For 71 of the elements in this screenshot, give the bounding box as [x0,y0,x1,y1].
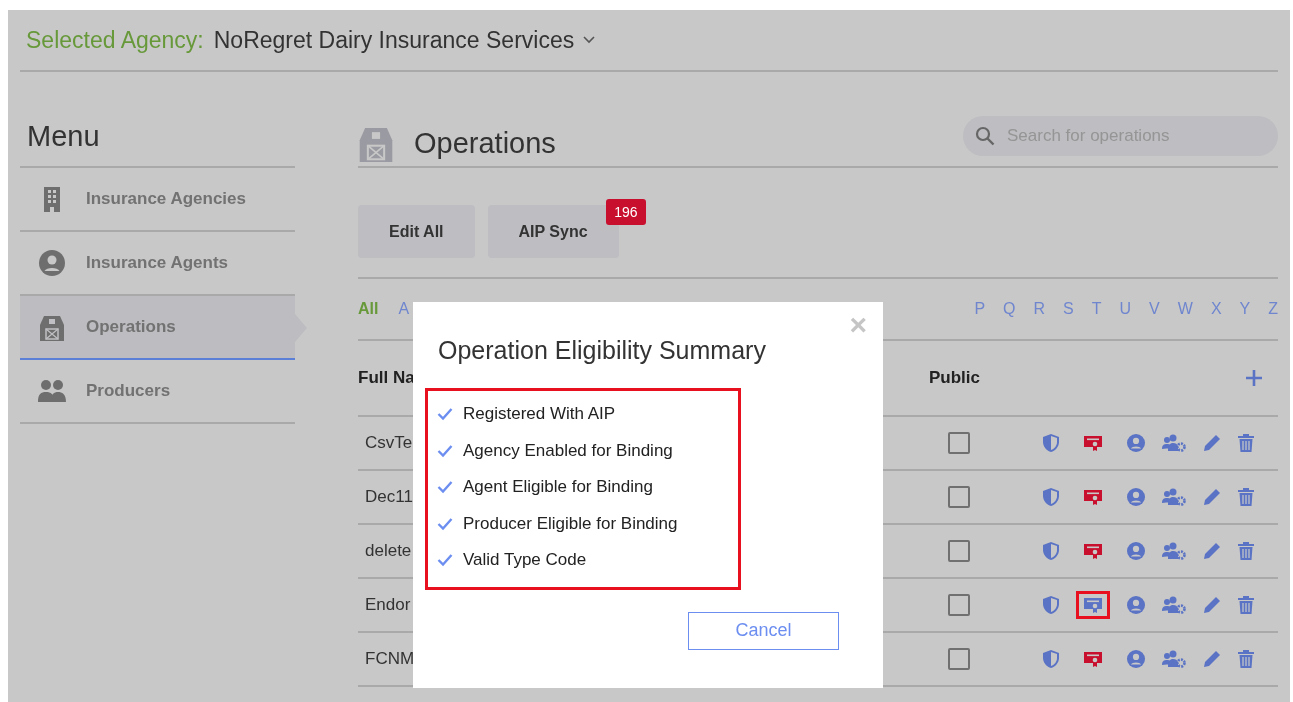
trash-icon[interactable] [1238,596,1254,614]
public-checkbox[interactable] [948,594,970,616]
letter-filter-link[interactable]: A [398,300,410,318]
certificate-button[interactable] [1076,591,1110,619]
user-circle-icon[interactable] [1127,542,1145,560]
user-circle-icon[interactable] [1127,650,1145,668]
pencil-icon[interactable] [1203,434,1221,452]
close-button[interactable]: × [849,310,867,340]
check-label: Registered With AIP [463,404,616,425]
shield-icon[interactable] [1043,650,1059,668]
user-circle-icon[interactable] [1127,488,1145,506]
dialog-title: Operation Eligibility Summary [438,336,767,366]
table-cell: Endor [365,595,411,615]
public-checkbox[interactable] [948,432,970,454]
agency-dropdown[interactable]: NoRegret Dairy Insurance Services [213,26,597,54]
letter-filter-link[interactable]: T [1091,300,1102,318]
menu-item[interactable]: Insurance Agencies [20,168,295,232]
pencil-icon[interactable] [1203,650,1221,668]
letter-filter-link[interactable]: U [1119,300,1132,318]
letter-filter-link[interactable]: P [974,300,986,318]
check-label: Agency Enabled for Binding [463,440,673,461]
public-checkbox[interactable] [948,486,970,508]
trash-icon[interactable] [1238,542,1254,560]
letter-filter-link[interactable]: V [1149,300,1160,318]
table-cell: CsvTe [365,433,413,453]
shield-icon[interactable] [1043,488,1059,506]
shield-icon[interactable] [1043,596,1059,614]
action-button[interactable]: Edit All [358,205,475,258]
page-title: Operations [414,126,557,160]
letter-filter-link[interactable]: Y [1239,300,1251,318]
public-checkbox[interactable] [948,540,970,562]
column-header: Public [929,368,981,388]
users-gear-icon[interactable] [1162,596,1186,614]
letter-filter-link[interactable]: All [358,300,379,318]
letter-filter-link[interactable]: Z [1268,300,1278,318]
shield-icon[interactable] [1043,434,1059,452]
count-badge: 196 [606,199,646,225]
public-checkbox[interactable] [948,648,970,670]
check-label: Agent Eligible for Binding [463,477,653,498]
chevron-down-icon [582,35,597,45]
user-circle-icon[interactable] [1127,596,1145,614]
add-icon[interactable] [1246,370,1262,386]
pencil-icon[interactable] [1203,488,1221,506]
cancel-button[interactable]: Cancel [688,611,839,650]
user-circle-icon[interactable] [1127,434,1145,452]
table-cell: Dec11 [365,487,413,507]
table-cell: FCNM [365,649,415,669]
letter-filter-link[interactable]: Q [1003,300,1016,318]
user-circle-icon [38,250,66,276]
trash-icon[interactable] [1238,650,1254,668]
letter-filter-link[interactable]: R [1033,300,1046,318]
menu-item[interactable]: Producers [20,360,295,424]
check-label: Producer Eligible for Binding [463,513,678,534]
trash-icon[interactable] [1238,434,1254,452]
users-gear-icon[interactable] [1162,650,1186,668]
agency-label: Selected Agency: [26,26,204,54]
check-label: Valid Type Code [463,550,587,571]
barn-icon [38,313,66,341]
letter-filter-link[interactable]: X [1210,300,1222,318]
table-cell: delete [365,541,412,561]
pencil-icon[interactable] [1203,596,1221,614]
users-gear-icon[interactable] [1162,434,1186,452]
pencil-icon[interactable] [1203,542,1221,560]
letter-filter-link[interactable]: S [1063,300,1074,318]
menu-title: Menu [20,120,295,168]
users-gear-icon[interactable] [1162,542,1186,560]
shield-icon[interactable] [1043,542,1059,560]
users-icon [38,380,66,402]
users-gear-icon[interactable] [1162,488,1186,506]
trash-icon[interactable] [1238,488,1254,506]
letter-filter-link[interactable]: W [1177,300,1193,318]
